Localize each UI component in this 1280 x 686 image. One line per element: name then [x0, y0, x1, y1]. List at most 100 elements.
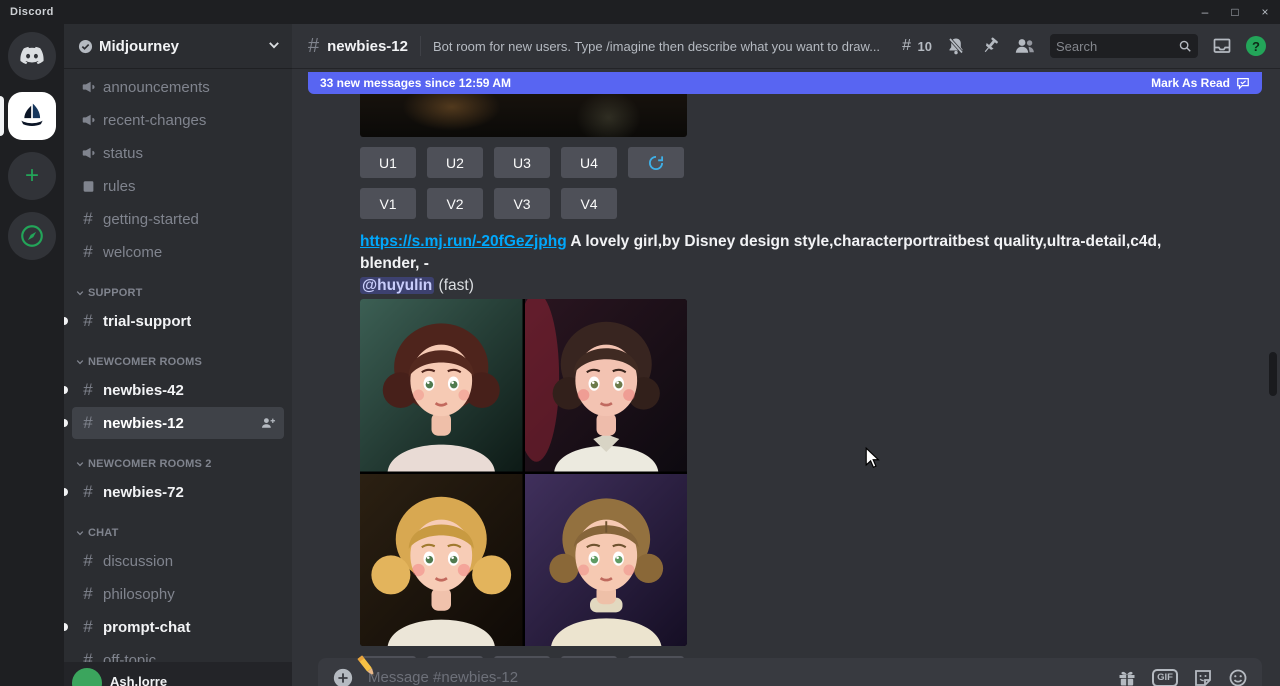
- upscale-u2-button[interactable]: U2: [427, 147, 483, 178]
- generated-image-quadrant-1[interactable]: [360, 299, 523, 472]
- server-name: Midjourney: [99, 38, 179, 55]
- portrait-image: [360, 299, 523, 472]
- prompt-link[interactable]: https://s.mj.run/-20fGeZjphg: [360, 233, 567, 250]
- scrollbar[interactable]: [1269, 352, 1277, 396]
- channel-topic[interactable]: Bot room for new users. Type /imagine th…: [433, 39, 885, 54]
- message-input-placeholder[interactable]: Message #newbies-12: [368, 669, 518, 686]
- sidebar-item-trial-support[interactable]: # trial-support: [72, 305, 284, 337]
- search-input[interactable]: Search: [1050, 34, 1198, 58]
- upscale-u3-button[interactable]: U3: [494, 147, 550, 178]
- sidebar-item-discussion[interactable]: # discussion: [72, 545, 284, 577]
- category-label: CHAT: [88, 527, 119, 539]
- channel-list: announcements recent-changes status rule…: [64, 56, 292, 686]
- avatar[interactable]: [72, 668, 102, 686]
- variation-v4-button[interactable]: V4: [561, 188, 617, 219]
- category-newcomer-rooms-2[interactable]: NEWCOMER ROOMS 2: [64, 453, 292, 475]
- variation-v2-button[interactable]: V2: [427, 188, 483, 219]
- unread-indicator: [64, 623, 68, 631]
- channel-name: trial-support: [103, 313, 191, 330]
- threads-count: 10: [918, 39, 932, 54]
- threads-hash-icon: #: [899, 37, 915, 55]
- titlebar: Discord – □ ×: [0, 0, 1280, 24]
- hash-icon: #: [80, 380, 96, 400]
- upscale-u1-button[interactable]: U1: [360, 147, 416, 178]
- member-list-button[interactable]: [1014, 36, 1036, 56]
- close-button[interactable]: ×: [1250, 0, 1280, 24]
- active-server-indicator: [0, 96, 4, 136]
- search-placeholder: Search: [1056, 39, 1178, 54]
- channel-name: announcements: [103, 79, 210, 96]
- notification-settings-button[interactable]: [946, 36, 966, 56]
- generated-image-quadrant-4[interactable]: [525, 474, 688, 647]
- chevron-down-icon: [76, 289, 84, 297]
- sidebar-item-announcements[interactable]: announcements: [72, 71, 284, 103]
- sidebar-item-welcome[interactable]: # welcome: [72, 236, 284, 268]
- refresh-icon: [647, 154, 665, 172]
- new-messages-banner[interactable]: 33 new messages since 12:59 AM Mark As R…: [308, 72, 1262, 94]
- sidebar-item-getting-started[interactable]: # getting-started: [72, 203, 284, 235]
- emoji-button[interactable]: [1228, 668, 1248, 686]
- category-label: NEWCOMER ROOMS 2: [88, 458, 212, 470]
- upscale-u4-button[interactable]: U4: [561, 147, 617, 178]
- window-controls: – □ ×: [1190, 0, 1280, 24]
- new-messages-text: 33 new messages since 12:59 AM: [320, 76, 511, 90]
- main-panel: # newbies-12 Bot room for new users. Typ…: [292, 24, 1280, 686]
- megaphone-icon: [80, 146, 96, 160]
- mode-label: (fast): [439, 277, 474, 294]
- hash-icon: #: [80, 482, 96, 502]
- composer-toolbar: GIF: [1117, 668, 1248, 686]
- variation-v3-button[interactable]: V3: [494, 188, 550, 219]
- channel-name: newbies-12: [103, 415, 184, 432]
- sidebar-item-status[interactable]: status: [72, 137, 284, 169]
- mark-as-read-button[interactable]: Mark As Read: [1151, 76, 1250, 90]
- generated-image-quadrant-2[interactable]: [525, 299, 688, 472]
- sidebar-item-prompt-chat[interactable]: # prompt-chat: [72, 611, 284, 643]
- help-button[interactable]: ?: [1246, 36, 1266, 56]
- reroll-button[interactable]: [628, 147, 684, 178]
- channel-name: prompt-chat: [103, 619, 191, 636]
- message-composer[interactable]: Message #newbies-12 GIF: [318, 658, 1262, 686]
- threads-button[interactable]: # 10: [899, 37, 932, 55]
- pinned-messages-button[interactable]: [980, 36, 1000, 56]
- rules-book-icon: [80, 180, 96, 193]
- generated-image-grid[interactable]: [360, 299, 687, 646]
- attach-button[interactable]: [332, 667, 354, 686]
- user-mention[interactable]: @huyulin: [360, 277, 434, 294]
- channel-name: welcome: [103, 244, 162, 261]
- mark-as-read-label: Mark As Read: [1151, 76, 1230, 90]
- upscale-button-row: U1 U2 U3 U4: [360, 147, 1280, 178]
- maximize-button[interactable]: □: [1220, 0, 1250, 24]
- plus-circle-icon: [332, 667, 354, 686]
- sidebar-item-newbies-72[interactable]: # newbies-72: [72, 476, 284, 508]
- category-chat[interactable]: CHAT: [64, 522, 292, 544]
- sidebar-item-rules[interactable]: rules: [72, 170, 284, 202]
- variation-v1-button[interactable]: V1: [360, 188, 416, 219]
- sidebar-item-philosophy[interactable]: # philosophy: [72, 578, 284, 610]
- category-newcomer-rooms[interactable]: NEWCOMER ROOMS: [64, 351, 292, 373]
- channel-name: newbies-72: [103, 484, 184, 501]
- server-icon-midjourney[interactable]: [8, 92, 56, 140]
- unread-indicator: [64, 488, 68, 496]
- category-support[interactable]: SUPPORT: [64, 282, 292, 304]
- server-header[interactable]: Midjourney: [64, 24, 292, 68]
- create-invite-icon[interactable]: [260, 415, 276, 431]
- gif-button[interactable]: GIF: [1152, 669, 1178, 686]
- attachment-image-partial[interactable]: [360, 94, 687, 137]
- message-list: U1 U2 U3 U4 V1 V2 V3 V4: [292, 68, 1280, 686]
- sidebar-item-newbies-12[interactable]: # newbies-12: [72, 407, 284, 439]
- sidebar-item-recent-changes[interactable]: recent-changes: [72, 104, 284, 136]
- sidebar-item-newbies-42[interactable]: # newbies-42: [72, 374, 284, 406]
- hash-icon: #: [80, 551, 96, 571]
- gift-button[interactable]: [1117, 668, 1137, 686]
- megaphone-icon: [80, 113, 96, 127]
- portrait-image: [360, 474, 523, 647]
- generated-image-quadrant-3[interactable]: [360, 474, 523, 647]
- sticker-button[interactable]: [1193, 668, 1213, 686]
- portrait-image: [525, 299, 688, 472]
- discord-home-button[interactable]: [8, 32, 56, 80]
- add-server-button[interactable]: +: [8, 152, 56, 200]
- server-rail: +: [0, 24, 64, 686]
- explore-servers-button[interactable]: [8, 212, 56, 260]
- minimize-button[interactable]: –: [1190, 0, 1220, 24]
- inbox-button[interactable]: [1212, 36, 1232, 56]
